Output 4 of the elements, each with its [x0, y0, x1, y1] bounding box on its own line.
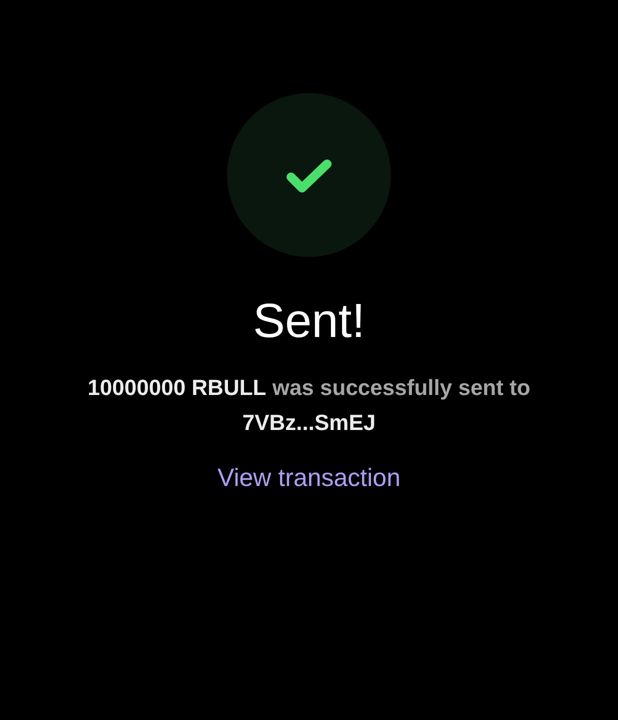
status-message: 10000000 RBULL was successfully sent to 7VBz...SmEJ [86, 374, 532, 437]
success-check-icon [227, 93, 391, 257]
status-title: Sent! [252, 294, 366, 350]
view-transaction-link[interactable]: View transaction [218, 463, 400, 493]
